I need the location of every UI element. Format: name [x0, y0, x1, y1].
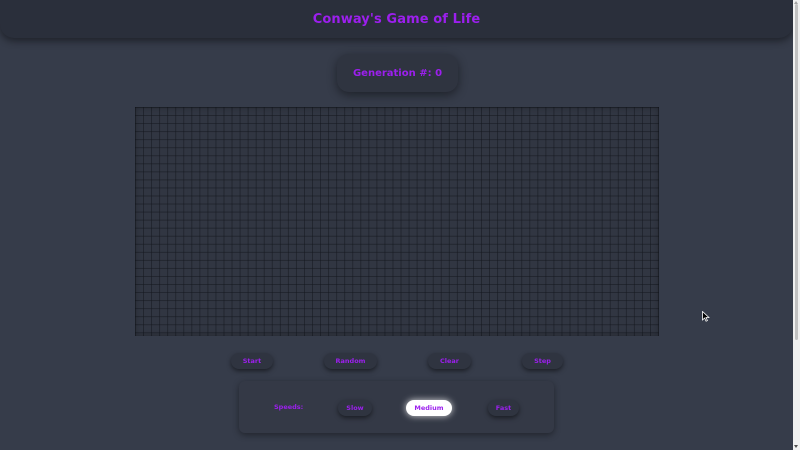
speeds-label: Speeds:	[274, 403, 304, 411]
life-grid[interactable]	[135, 107, 659, 336]
generation-counter: Generation #: 0	[337, 54, 458, 92]
random-button-label: Random	[335, 357, 366, 365]
step-button-label: Step	[534, 357, 551, 365]
mouse-cursor-icon	[702, 311, 710, 322]
random-button[interactable]: Random	[324, 353, 377, 369]
start-button[interactable]: Start	[231, 353, 273, 369]
header-bar: Conway's Game of Life	[0, 0, 793, 38]
speed-fast-button[interactable]: Fast	[488, 400, 519, 416]
scroll-down-icon[interactable]	[794, 445, 798, 448]
start-button-label: Start	[242, 357, 262, 365]
page-title: Conway's Game of Life	[312, 11, 481, 27]
clear-button[interactable]: Clear	[428, 353, 471, 369]
clear-button-label: Clear	[440, 357, 459, 365]
speed-slow-label: Slow	[346, 404, 364, 412]
step-button[interactable]: Step	[522, 353, 563, 369]
speed-slow-button[interactable]: Slow	[338, 400, 372, 416]
scrollbar-thumb[interactable]	[795, 4, 798, 340]
speed-medium-button[interactable]: Medium	[406, 400, 452, 416]
generation-label: Generation #: 0	[352, 67, 443, 79]
speed-fast-label: Fast	[495, 404, 512, 412]
game-of-life-page: Conway's Game of Life Generation #: 0 St…	[0, 0, 800, 450]
speed-medium-label: Medium	[414, 404, 444, 412]
